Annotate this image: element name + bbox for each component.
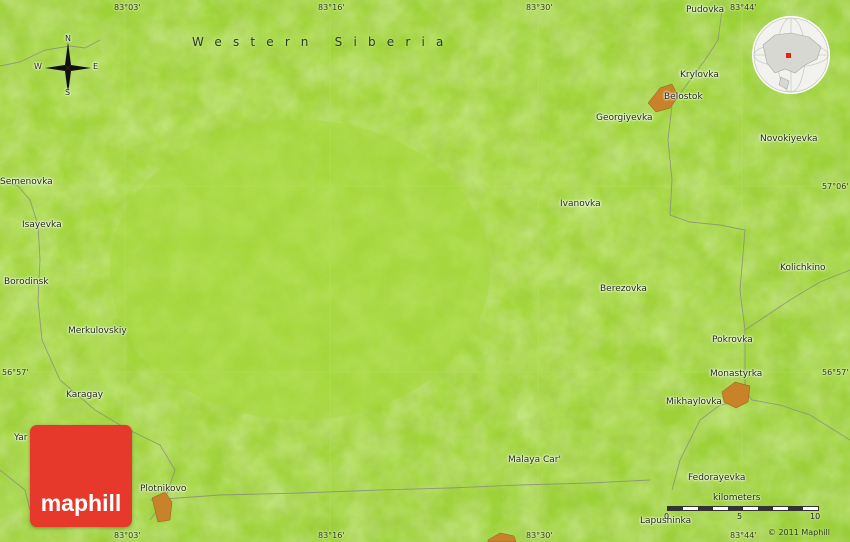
maphill-logo-text: maphill (40, 490, 122, 516)
place-belostok[interactable]: Belostok (664, 92, 703, 102)
place-karagay[interactable]: Karagay (66, 390, 103, 400)
globe-icon (752, 16, 830, 94)
place-pudovka[interactable]: Pudovka (686, 5, 724, 15)
coord-top-4: 83°44' (730, 3, 757, 12)
coord-left-1: 56°57' (2, 368, 29, 377)
coord-bottom-3: 83°30' (526, 531, 553, 540)
place-ivanovka[interactable]: Ivanovka (560, 199, 601, 209)
coord-right-2: 56°57' (822, 368, 849, 377)
compass-west: W (34, 62, 42, 71)
compass-rose: N S E W (33, 34, 103, 98)
place-kolichkino[interactable]: Kolichkino (780, 263, 826, 273)
compass-south: S (65, 88, 71, 97)
scale-title: kilometers (713, 493, 761, 503)
place-krylovka[interactable]: Krylovka (680, 70, 719, 80)
place-monastyrka[interactable]: Monastyrka (710, 369, 762, 379)
place-berezovka[interactable]: Berezovka (600, 284, 647, 294)
coord-right-1: 57°06' (822, 182, 849, 191)
place-georgiyevka[interactable]: Georgiyevka (596, 113, 653, 123)
place-novokiyevka[interactable]: Novokiyevka (760, 134, 818, 144)
place-yar[interactable]: Yar (14, 433, 27, 443)
copyright-notice: © 2011 Maphill (767, 528, 830, 537)
region-label: Western Siberia (192, 35, 455, 49)
coord-bottom-4: 83°44' (730, 531, 757, 540)
coord-top-3: 83°30' (526, 3, 553, 12)
compass-east: E (93, 62, 99, 71)
physical-map[interactable]: Western Siberia N S E W 83°03' 83°16' 83… (0, 0, 850, 542)
coord-bottom-2: 83°16' (318, 531, 345, 540)
place-fedorayevka[interactable]: Fedorayevka (688, 473, 745, 483)
central-plain (110, 120, 490, 420)
location-marker (786, 53, 791, 58)
place-mikhaylovka[interactable]: Mikhaylovka (666, 397, 722, 407)
compass-north: N (65, 34, 71, 43)
maphill-logo[interactable]: maphill (30, 425, 132, 527)
locator-globe[interactable] (751, 15, 831, 95)
scale-bar (667, 506, 819, 511)
place-borodinsk[interactable]: Borodinsk (4, 277, 49, 287)
place-malaya-car[interactable]: Malaya Car' (508, 455, 561, 465)
place-semenovka[interactable]: Semenovka (0, 177, 53, 187)
place-merkulovskiy[interactable]: Merkulovskiy (68, 326, 127, 336)
scale-tick-10: 10 (810, 512, 821, 521)
coord-bottom-1: 83°03' (114, 531, 141, 540)
place-isayevka[interactable]: Isayevka (22, 220, 62, 230)
coord-top-1: 83°03' (114, 3, 141, 12)
scale-tick-5: 5 (737, 512, 743, 521)
coord-top-2: 83°16' (318, 3, 345, 12)
place-pokrovka[interactable]: Pokrovka (712, 335, 753, 345)
place-plotnikovo[interactable]: Plotnikovo (140, 484, 186, 494)
scale-tick-0: 0 (664, 512, 670, 521)
